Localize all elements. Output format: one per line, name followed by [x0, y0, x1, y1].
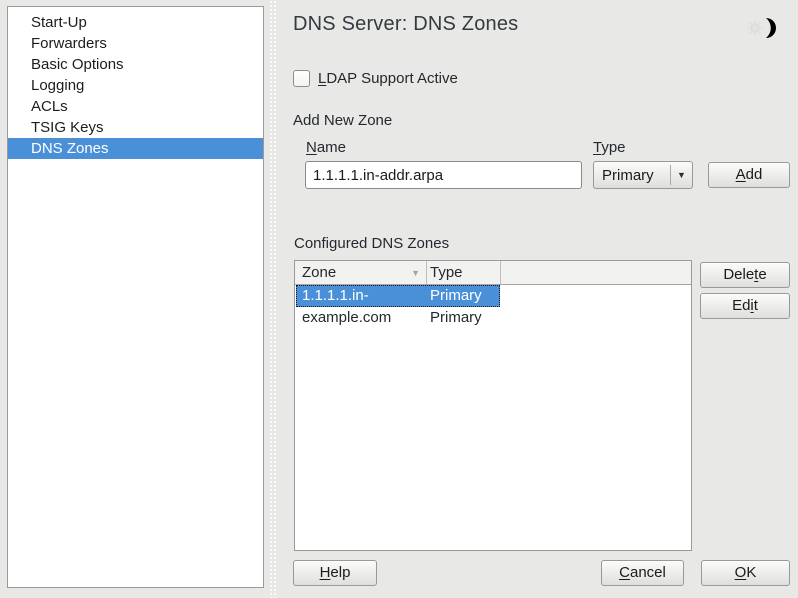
cell-type: Primary — [427, 285, 501, 307]
sidebar-item-acls[interactable]: ACLs — [8, 96, 263, 117]
cell-zone: example.com — [295, 307, 427, 329]
cell-type: Primary — [427, 307, 501, 329]
add-new-zone-heading: Add New Zone — [293, 112, 392, 129]
sidebar-item-dns-zones[interactable]: DNS Zones — [8, 138, 263, 159]
table-row[interactable]: 1.1.1.1.in-addr.arpa Primary — [295, 285, 691, 307]
column-header-type[interactable]: Type — [427, 261, 501, 284]
ldap-support-row[interactable]: LDAP Support Active — [293, 70, 458, 87]
zone-type-select[interactable]: Primary ▼ — [593, 161, 693, 189]
sidebar-item-basic-options[interactable]: Basic Options — [8, 54, 263, 75]
ldap-support-label: LDAP Support Active — [318, 70, 458, 87]
ldap-support-checkbox[interactable] — [293, 70, 310, 87]
zone-name-input[interactable] — [305, 161, 582, 189]
table-row[interactable]: example.com Primary — [295, 307, 691, 329]
sidebar-list: Start-Up Forwarders Basic Options Loggin… — [8, 12, 263, 159]
cell-zone: 1.1.1.1.in-addr.arpa — [295, 285, 427, 307]
column-header-zone[interactable]: Zone ▼ — [295, 261, 427, 284]
sidebar-item-start-up[interactable]: Start-Up — [8, 12, 263, 33]
crescent-moon-icon — [747, 16, 779, 40]
page-title: DNS Server: DNS Zones — [293, 13, 518, 36]
add-zone-button[interactable]: Add — [708, 162, 790, 188]
sort-descending-icon: ▼ — [411, 268, 420, 278]
edit-zone-button[interactable]: Edit — [700, 293, 790, 319]
sidebar-item-forwarders[interactable]: Forwarders — [8, 33, 263, 54]
pane-splitter-handle[interactable] — [269, 0, 277, 598]
zone-type-label: Type — [593, 139, 626, 156]
zone-name-label: Name — [306, 139, 346, 156]
chevron-down-icon: ▼ — [671, 170, 692, 180]
delete-zone-button[interactable]: Delete — [700, 262, 790, 288]
sidebar-item-tsig-keys[interactable]: TSIG Keys — [8, 117, 263, 138]
ok-button[interactable]: OK — [701, 560, 790, 586]
sidebar-item-logging[interactable]: Logging — [8, 75, 263, 96]
column-header-zone-label: Zone — [302, 264, 336, 281]
configured-zones-heading: Configured DNS Zones — [294, 235, 449, 252]
table-header-row: Zone ▼ Type — [295, 261, 691, 285]
dns-zones-table: Zone ▼ Type 1.1.1.1.in-addr.arpa Primary… — [294, 260, 692, 551]
zone-type-selected-value: Primary — [594, 167, 670, 184]
column-header-type-label: Type — [430, 264, 463, 281]
column-header-filler — [501, 261, 691, 284]
cancel-button[interactable]: Cancel — [601, 560, 684, 586]
module-sidebar: Start-Up Forwarders Basic Options Loggin… — [7, 6, 264, 588]
help-button[interactable]: Help — [293, 560, 377, 586]
